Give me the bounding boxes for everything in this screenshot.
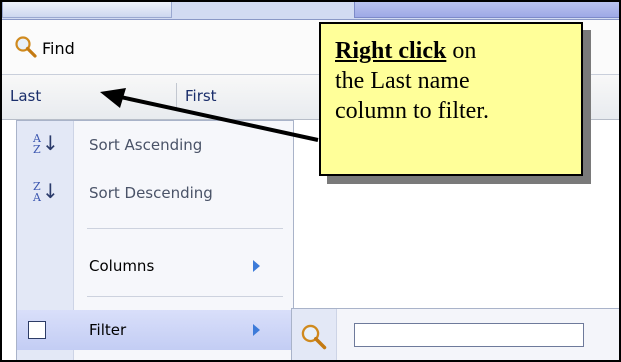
menu-item-columns[interactable]: Columns [17, 247, 293, 285]
chevron-right-icon [253, 324, 260, 336]
find-label[interactable]: Find [42, 39, 75, 58]
menu-separator [87, 296, 283, 297]
columns-label: Columns [89, 257, 155, 275]
callout-text-2: the Last name [335, 68, 470, 94]
chevron-right-icon [253, 260, 260, 272]
column-header-last[interactable]: Last [10, 87, 41, 105]
filter-submenu [291, 308, 619, 360]
column-divider[interactable] [176, 83, 177, 109]
menu-item-filter[interactable]: Filter [17, 310, 293, 350]
menu-item-sort-ascending[interactable]: A Z ↓ Sort Ascending [17, 126, 293, 164]
callout-text-1: on [446, 38, 477, 64]
tab-strip [2, 2, 619, 20]
app-window: Find Last First A Z ↓ Sort Ascending Z A ↓ S… [0, 0, 621, 362]
context-menu: A Z ↓ Sort Ascending Z A ↓ Sort Descending C… [16, 120, 294, 360]
tab-left[interactable] [2, 2, 172, 18]
callout-text-3: column to filter. [335, 98, 489, 124]
menu-separator [87, 228, 283, 229]
filter-label: Filter [89, 321, 127, 339]
magnifier-icon [300, 323, 328, 351]
sort-z-a-icon: Z A ↓ [33, 179, 59, 204]
sort-descending-label: Sort Descending [89, 184, 213, 202]
callout-emphasis: Right click [335, 38, 447, 64]
magnifier-icon[interactable] [14, 35, 38, 59]
instruction-callout: Right click on the Last name column to f… [319, 22, 583, 176]
column-header-first[interactable]: First [185, 87, 217, 105]
filter-checkbox[interactable] [28, 321, 46, 339]
tab-right[interactable] [354, 2, 619, 18]
filter-search-input[interactable] [354, 323, 584, 347]
menu-item-sort-descending[interactable]: Z A ↓ Sort Descending [17, 174, 293, 212]
sort-ascending-label: Sort Ascending [89, 136, 203, 154]
sort-a-z-icon: A Z ↓ [33, 131, 59, 156]
